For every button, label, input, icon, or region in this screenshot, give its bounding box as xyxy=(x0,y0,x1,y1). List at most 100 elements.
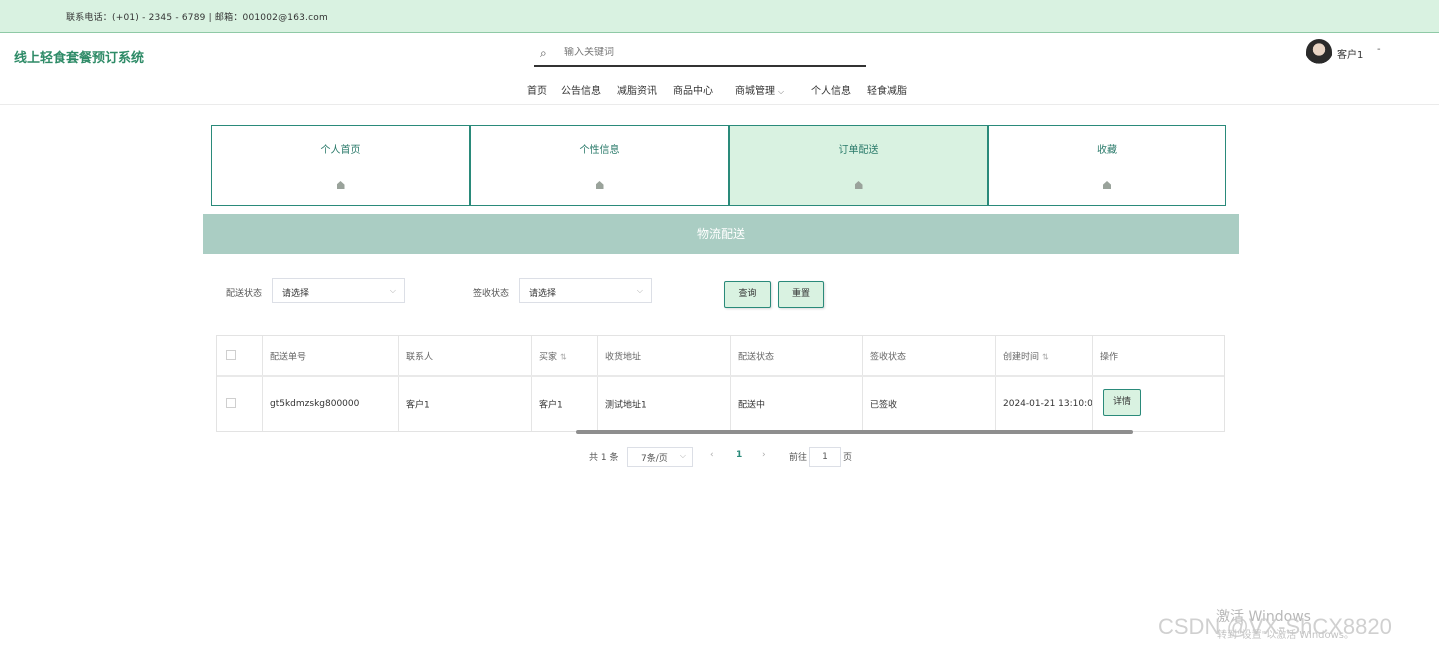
cell-value: 已签收 xyxy=(870,400,898,411)
col-label-wrap: 买家 ⇅ xyxy=(539,349,567,362)
tile-label: 订单配送 xyxy=(838,145,879,156)
tile-label: 收藏 xyxy=(1097,145,1117,156)
site-header: 线上轻食套餐预订系统 ⌕ 客户1 - 首页 公告信息 减脂资讯 商品中心 商城管… xyxy=(0,33,1439,105)
chevron-down-icon: ⌵ xyxy=(389,286,396,295)
row-select-cell xyxy=(217,377,263,431)
col-label-wrap: 创建时间 ⇅ xyxy=(1003,349,1049,362)
nav-item-shop-manage-label: 商城管理 xyxy=(735,86,775,97)
cell-sign-status: 已签收 xyxy=(863,377,996,431)
table-horizontal-scrollbar[interactable] xyxy=(576,430,1133,434)
cell-value: 客户1 xyxy=(539,400,563,411)
page-number-current[interactable]: 1 xyxy=(736,450,742,460)
page-size-value: 7条/页 xyxy=(641,454,668,464)
chevron-down-icon: ⌵ xyxy=(679,451,686,460)
reset-button[interactable]: 重置 xyxy=(778,281,824,308)
cell-value: 客户1 xyxy=(406,400,430,411)
nav-item-products[interactable]: 商品中心 xyxy=(673,82,713,97)
col-label: 联系人 xyxy=(406,352,434,362)
home-icon xyxy=(854,181,863,189)
csdn-watermark: CSDN @VX-ShCX8820 xyxy=(1158,614,1392,639)
pagination: 共 1 条 7条/页 ⌵ ‹ 1 › 前往 1 页 xyxy=(0,447,1439,467)
home-icon xyxy=(1103,181,1111,189)
nav-item-news[interactable]: 减脂资讯 xyxy=(617,82,657,97)
site-brand[interactable]: 线上轻食套餐预订系统 xyxy=(14,47,144,66)
col-label: 买家 xyxy=(539,352,558,362)
tile-personal-info[interactable]: 个性信息 xyxy=(470,125,729,206)
search-bar[interactable]: ⌕ xyxy=(534,45,866,67)
main-nav: 首页 公告信息 减脂资讯 商品中心 商城管理 ⌵ 个人信息 轻食减脂 xyxy=(0,82,1439,98)
goto-page-input[interactable]: 1 xyxy=(809,447,841,467)
col-label: 收货地址 xyxy=(605,352,642,362)
col-label: 配送状态 xyxy=(738,352,775,362)
tile-order-delivery[interactable]: 订单配送 xyxy=(729,125,988,206)
user-caret[interactable]: - xyxy=(1377,44,1381,55)
col-created[interactable]: 创建时间 ⇅ xyxy=(996,336,1093,375)
nav-item-shop-manage[interactable]: 商城管理 ⌵ xyxy=(735,82,784,97)
query-button[interactable]: 查询 xyxy=(724,281,771,308)
cell-created: 2024-01-21 13:10:02 xyxy=(996,377,1093,431)
nav-item-notice[interactable]: 公告信息 xyxy=(561,82,601,97)
nav-item-home[interactable]: 首页 xyxy=(527,82,547,97)
header-select-cell xyxy=(217,336,263,375)
col-address: 收货地址 xyxy=(598,336,731,375)
col-buyer[interactable]: 买家 ⇅ xyxy=(532,336,598,375)
center-tiles: 个人首页 个性信息 订单配送 收藏 xyxy=(211,125,1226,206)
top-contact-bar: 联系电话：(+01) - 2345 - 6789 | 邮箱：001002@163… xyxy=(0,0,1439,33)
sort-icon[interactable]: ⇅ xyxy=(560,352,567,361)
tile-personal-home[interactable]: 个人首页 xyxy=(211,125,470,206)
delivery-status-label: 配送状态 xyxy=(226,289,263,299)
cell-contact: 客户1 xyxy=(399,377,532,431)
chevron-down-icon: ⌵ xyxy=(636,286,643,295)
select-value: 请选择 xyxy=(282,289,310,299)
cell-value: gt5kdmzskg800000 xyxy=(270,399,360,409)
sign-status-label: 签收状态 xyxy=(473,289,510,299)
nav-item-light-food[interactable]: 轻食减脂 xyxy=(867,82,907,97)
user-name[interactable]: 客户1 xyxy=(1337,46,1363,61)
section-title: 物流配送 xyxy=(203,214,1239,254)
col-label: 配送单号 xyxy=(270,352,307,362)
goto-label: 前往 xyxy=(789,453,808,463)
col-order-no: 配送单号 xyxy=(263,336,399,375)
search-input[interactable] xyxy=(564,47,854,58)
cell-value: 2024-01-21 13:10:02 xyxy=(1003,399,1093,409)
detail-button[interactable]: 详情 xyxy=(1103,389,1141,416)
next-page-icon[interactable]: › xyxy=(762,450,766,460)
col-sign-status: 签收状态 xyxy=(863,336,996,375)
tile-label: 个性信息 xyxy=(579,145,620,156)
cell-address: 测试地址1 xyxy=(598,377,731,431)
sign-status-select[interactable]: 请选择 ⌵ xyxy=(519,278,652,303)
avatar[interactable] xyxy=(1306,39,1332,69)
col-delivery-status: 配送状态 xyxy=(731,336,863,375)
chevron-down-icon: ⌵ xyxy=(778,87,785,96)
page-size-select[interactable]: 7条/页 ⌵ xyxy=(627,447,693,467)
select-value: 请选择 xyxy=(529,289,557,299)
nav-item-profile[interactable]: 个人信息 xyxy=(811,82,851,97)
home-icon xyxy=(336,181,345,189)
col-label: 操作 xyxy=(1100,352,1119,362)
page-suffix: 页 xyxy=(843,453,853,463)
pager-total: 共 1 条 xyxy=(589,453,619,463)
delivery-status-select[interactable]: 请选择 ⌵ xyxy=(272,278,405,303)
tile-label: 个人首页 xyxy=(320,145,361,156)
search-icon[interactable]: ⌕ xyxy=(540,46,547,61)
cell-buyer: 客户1 xyxy=(532,377,598,431)
cell-value: 配送中 xyxy=(738,400,766,411)
home-icon xyxy=(595,181,604,189)
col-label: 签收状态 xyxy=(870,352,907,362)
select-all-checkbox[interactable] xyxy=(226,349,236,360)
cell-value: 测试地址1 xyxy=(605,400,647,411)
cell-action: 详情 xyxy=(1093,377,1224,431)
prev-page-icon[interactable]: ‹ xyxy=(710,450,714,460)
tile-favorites[interactable]: 收藏 xyxy=(988,125,1226,206)
sort-icon[interactable]: ⇅ xyxy=(1042,352,1049,361)
table-row: gt5kdmzskg800000 客户1 客户1 测试地址1 配送中 已签收 2… xyxy=(217,377,1224,431)
col-action: 操作 xyxy=(1093,336,1224,375)
cell-order-no: gt5kdmzskg800000 xyxy=(263,377,399,431)
col-label: 创建时间 xyxy=(1003,352,1040,362)
row-checkbox[interactable] xyxy=(226,398,236,408)
table-header: 配送单号 联系人 买家 ⇅ 收货地址 配送状态 签收状态 创建时间 ⇅ 操作 xyxy=(217,336,1224,377)
contact-info: 联系电话：(+01) - 2345 - 6789 | 邮箱：001002@163… xyxy=(66,13,328,23)
col-contact: 联系人 xyxy=(399,336,532,375)
delivery-table: 配送单号 联系人 买家 ⇅ 收货地址 配送状态 签收状态 创建时间 ⇅ 操作 gt5… xyxy=(216,335,1225,432)
cell-delivery-status: 配送中 xyxy=(731,377,863,431)
